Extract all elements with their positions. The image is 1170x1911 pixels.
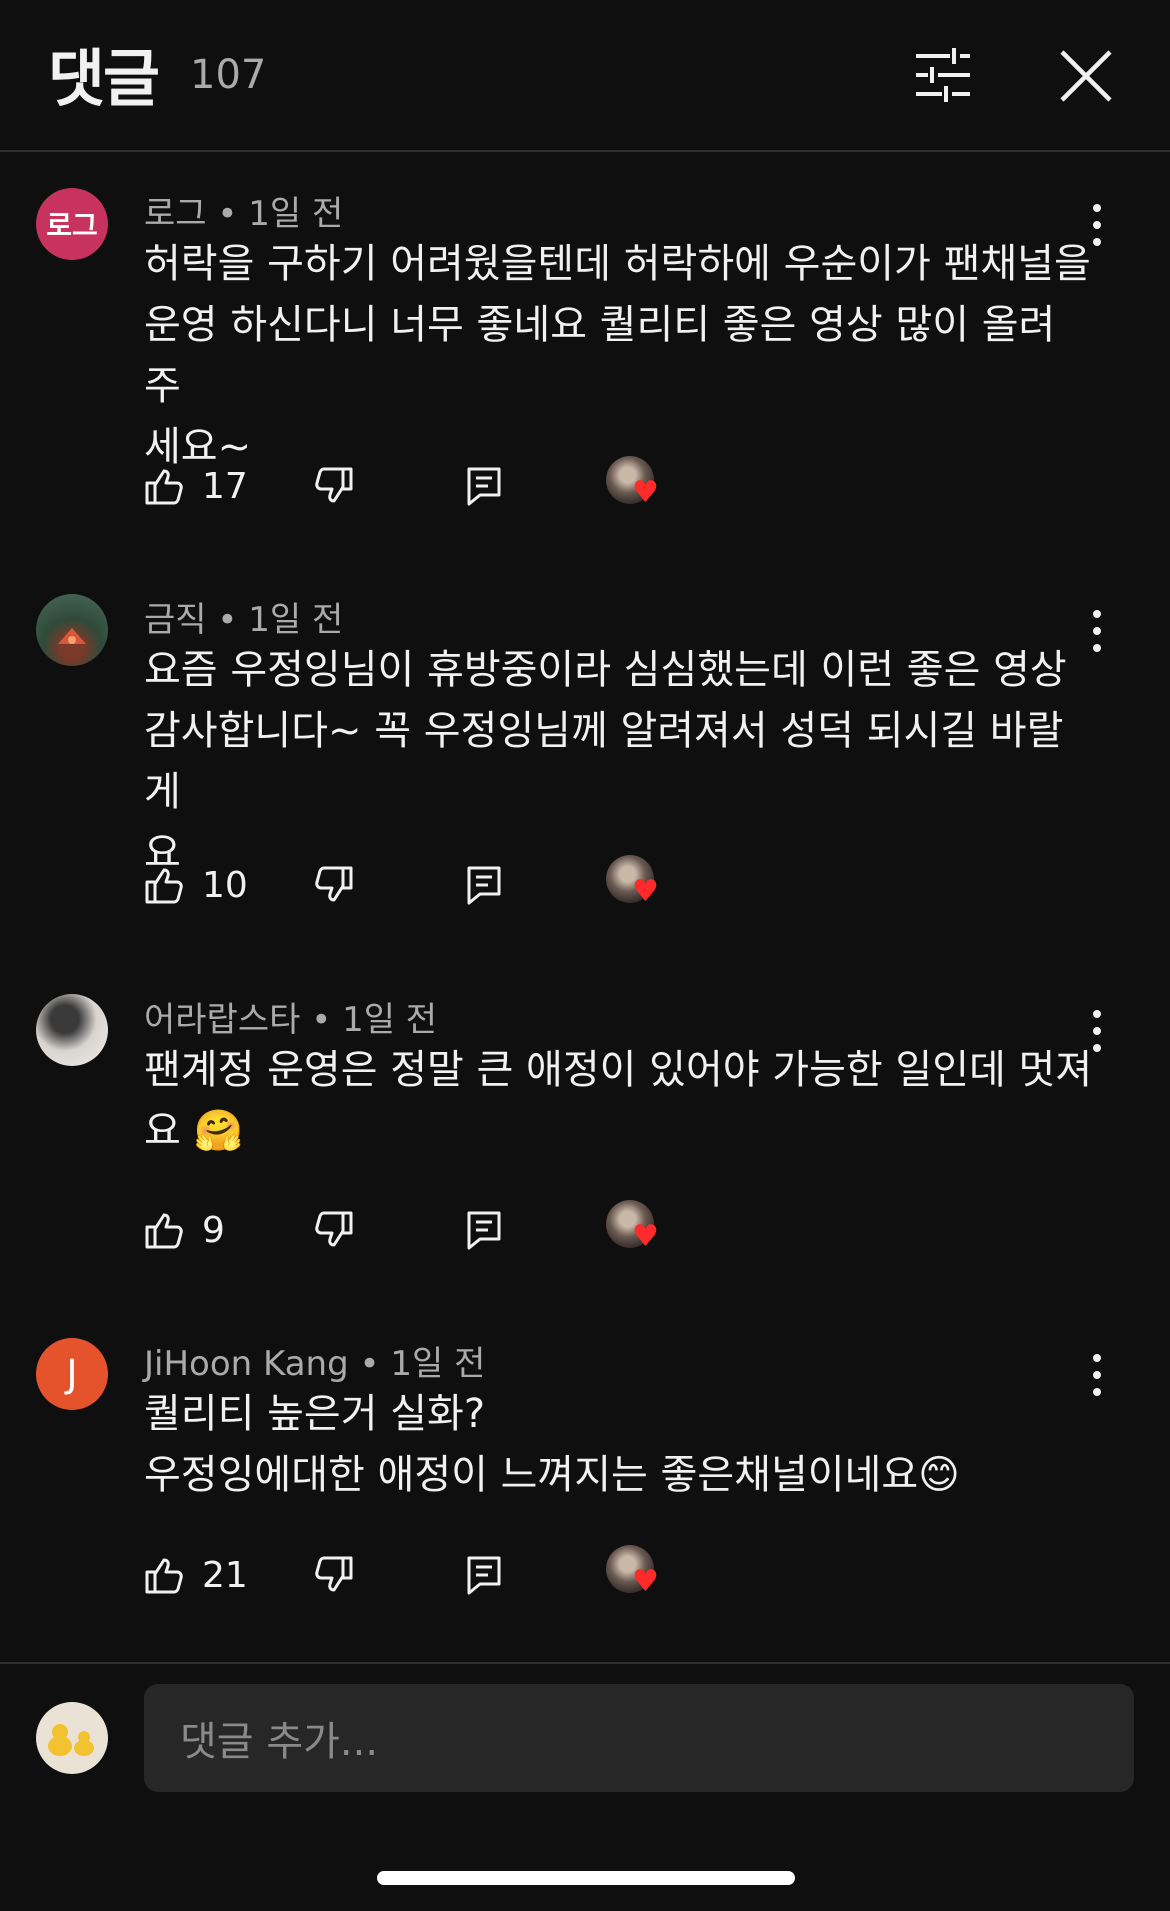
dislike-button[interactable] [314,855,354,915]
campfire-avatar-icon [58,628,86,644]
like-button[interactable]: 9 [144,1200,225,1260]
comment-actions: 21 ♥ [144,1545,684,1605]
reply-button[interactable] [466,456,502,516]
reply-comment-icon [467,467,501,506]
comment-line: 감사합니다~ 꼭 우정잉님께 알려져서 성덕 되시길 바랄게 [144,708,1064,815]
like-count: 21 [202,1554,248,1596]
avatar[interactable] [36,594,108,666]
avatar[interactable]: J [36,1338,108,1410]
like-count: 17 [202,465,248,507]
thumbs-down-icon [315,467,353,503]
comment-actions: 9 ♥ [144,1200,684,1260]
comment-author[interactable]: 로그 [144,194,207,234]
comment-meta: 금직 • 1일 전 [144,600,344,640]
reply-button[interactable] [466,1545,502,1605]
avatar[interactable] [36,994,108,1066]
page-title: 댓글 [48,42,160,115]
comment-time: 1일 전 [390,1344,486,1384]
comment-time: 1일 전 [248,600,344,640]
like-button[interactable]: 17 [144,456,248,516]
thumbs-down-icon [315,866,353,902]
reply-comment-icon [467,866,501,905]
comment-author[interactable]: JiHoon Kang [144,1344,349,1384]
avatar-initials: 로그 [46,209,98,242]
heart-icon: ♥ [632,475,659,510]
comment-author[interactable]: 어라랍스타 [144,1000,300,1040]
close-icon [1060,50,1112,102]
thumbs-up-icon [145,1213,183,1249]
reply-comment-icon [467,1211,501,1250]
creator-heart-badge: ♥ [606,855,670,919]
close-button[interactable] [1058,48,1114,104]
dislike-button[interactable] [314,1545,354,1605]
user-avatar[interactable] [36,1702,108,1774]
duck-avatar-icon [48,1724,94,1756]
sliders-icon [916,48,970,102]
comment-text: 요즘 우정잉님이 휴방중이라 심심했는데 이런 좋은 영상 감사합니다~ 꼭 우… [144,640,1094,884]
comment-line: 요즘 우정잉님이 휴방중이라 심심했는데 이런 좋은 영상 [144,647,1067,693]
comments-header: 댓글 107 [0,0,1170,152]
like-count: 10 [202,864,248,906]
dislike-button[interactable] [314,456,354,516]
comment-time: 1일 전 [342,1000,438,1040]
reply-comment-icon [467,1556,501,1595]
creator-heart-badge: ♥ [606,456,670,520]
home-indicator [377,1871,795,1885]
like-count: 9 [202,1209,225,1251]
comment-meta: 어라랍스타 • 1일 전 [144,1000,438,1040]
comment-actions: 17 ♥ [144,456,684,516]
sort-filter-button[interactable] [912,46,974,104]
add-comment-placeholder: 댓글 추가... [180,1719,379,1765]
comment-line: 운영 하신다니 너무 좋네요 퀄리티 좋은 영상 많이 올려 주 [144,302,1056,409]
comment-author[interactable]: 금직 [144,600,207,640]
comment-count: 107 [190,52,267,98]
creator-heart-badge: ♥ [606,1200,670,1264]
comment-line: 팬계정 운영은 정말 큰 애정이 있어야 가능한 일인데 멋져 [144,1047,1093,1093]
comment-time: 1일 전 [248,194,344,234]
comment-line: 허락을 구하기 어려웠을텐데 허락하에 우순이가 팬채널을 [144,241,1091,287]
reply-button[interactable] [466,1200,502,1260]
comment-text: 허락을 구하기 어려웠을텐데 허락하에 우순이가 팬채널을 운영 하신다니 너무… [144,234,1094,478]
thumbs-down-icon [315,1556,353,1592]
dislike-button[interactable] [314,1200,354,1260]
add-comment-input[interactable]: 댓글 추가... [144,1684,1134,1792]
thumbs-up-icon [145,469,183,505]
comment-line: 우정잉에대한 애정이 느껴지는 좋은채널이네요😊 [144,1452,960,1498]
heart-icon: ♥ [632,874,659,909]
comment-line: 요 🤗 [144,1108,244,1154]
thumbs-up-icon [145,1558,183,1594]
like-button[interactable]: 10 [144,855,248,915]
comment-text: 팬계정 운영은 정말 큰 애정이 있어야 가능한 일인데 멋져 요 🤗 [144,1040,1094,1162]
like-button[interactable]: 21 [144,1545,248,1605]
creator-heart-badge: ♥ [606,1545,670,1609]
thumbs-down-icon [315,1211,353,1247]
comment-meta: JiHoon Kang • 1일 전 [144,1344,486,1384]
heart-icon: ♥ [632,1564,659,1599]
comment-line: 퀄리티 높은거 실화? [144,1391,486,1437]
heart-icon: ♥ [632,1219,659,1254]
comment-text: 퀄리티 높은거 실화? 우정잉에대한 애정이 느껴지는 좋은채널이네요😊 [144,1384,1094,1506]
comment-actions: 10 ♥ [144,855,684,915]
thumbs-up-icon [145,868,183,904]
avatar-initials: J [66,1352,78,1396]
avatar[interactable]: 로그 [36,188,108,260]
composer-divider [0,1662,1170,1664]
comment-meta: 로그 • 1일 전 [144,194,344,234]
reply-button[interactable] [466,855,502,915]
